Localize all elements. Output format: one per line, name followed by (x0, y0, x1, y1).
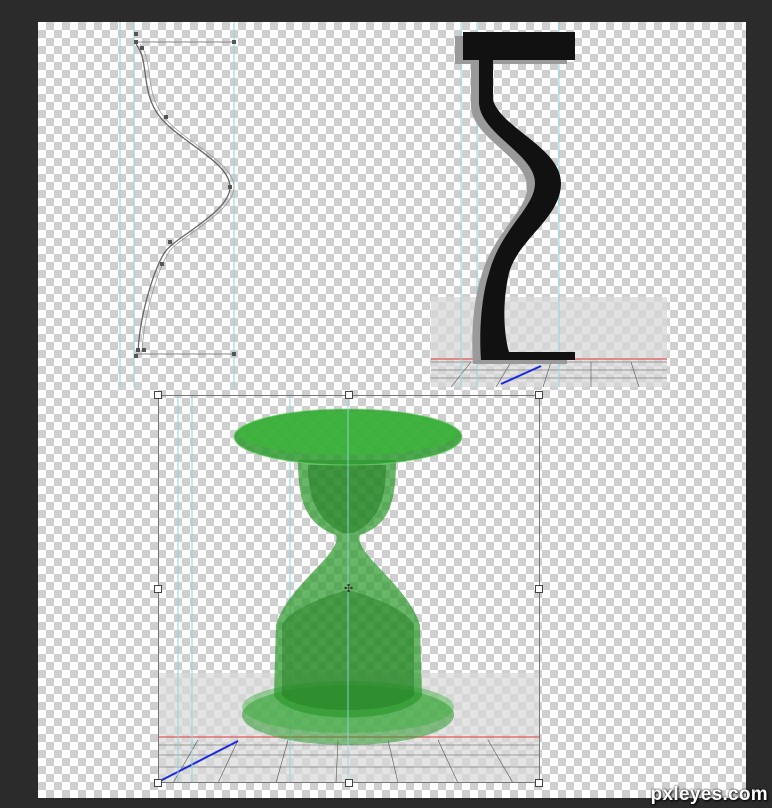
hourglass-svg: ✣ (158, 395, 540, 784)
profile-curve-offset (139, 43, 235, 353)
transform-handle-top[interactable] (345, 391, 353, 399)
transform-handle-left[interactable] (154, 585, 162, 593)
site-watermark: pxleyes.com (650, 784, 768, 805)
extruded-profile-svg (431, 22, 667, 388)
transform-handle-top-left[interactable] (154, 391, 162, 399)
transform-handle-bottom[interactable] (345, 779, 353, 787)
ground-plane (431, 297, 667, 387)
transform-handle-top-right[interactable] (535, 391, 543, 399)
revolved-hourglass-panel[interactable]: ✣ (154, 391, 543, 787)
transform-handle-right[interactable] (535, 585, 543, 593)
profile-path-svg (119, 22, 236, 387)
profile-curve (135, 43, 231, 353)
reference-point-icon: ✣ (344, 582, 353, 595)
transform-handle-bottom-left[interactable] (154, 779, 162, 787)
profile-path-panel (110, 22, 260, 387)
anchor-points (134, 32, 236, 358)
extruded-profile-panel (431, 22, 667, 388)
transform-handle-bottom-right[interactable] (535, 779, 543, 787)
document-canvas[interactable]: ✣ (38, 22, 746, 798)
